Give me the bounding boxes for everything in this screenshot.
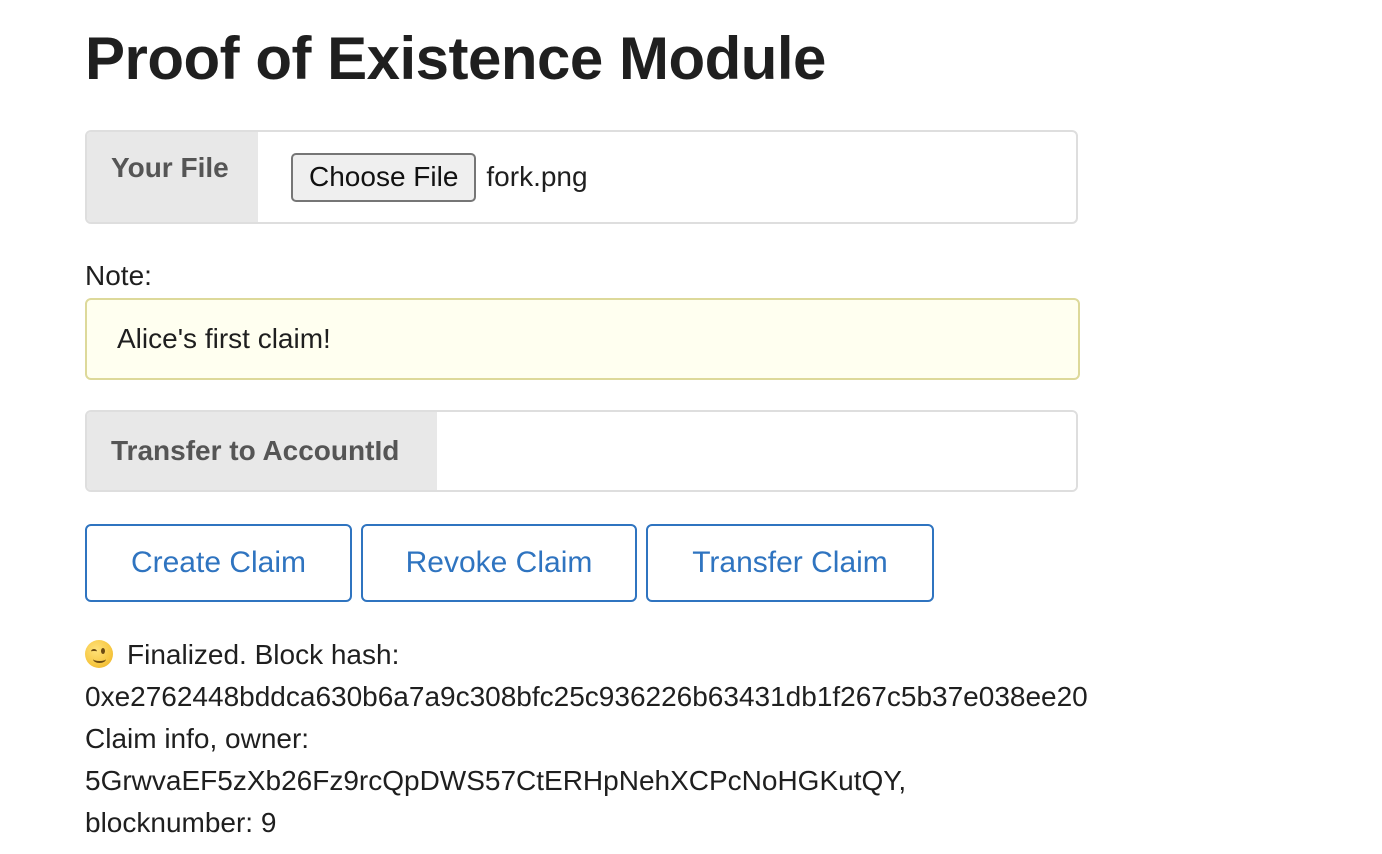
status-finalized-text: Finalized. Block hash: xyxy=(127,639,400,670)
page-title: Proof of Existence Module xyxy=(85,25,826,92)
action-buttons: Create Claim Revoke Claim Transfer Claim xyxy=(85,524,934,602)
note-label: Note: xyxy=(85,260,152,291)
transfer-input-label: Transfer to AccountId xyxy=(87,412,437,490)
winking-face-icon xyxy=(85,640,113,668)
transfer-account-input[interactable] xyxy=(437,412,1076,490)
note-input[interactable] xyxy=(85,298,1080,380)
status-line-finalized: Finalized. Block hash: xyxy=(85,634,1285,676)
file-picker: Choose File fork.png xyxy=(258,132,1076,222)
revoke-claim-button[interactable]: Revoke Claim xyxy=(361,524,637,602)
create-claim-button[interactable]: Create Claim xyxy=(85,524,352,602)
status-message: Finalized. Block hash: 0xe2762448bddca63… xyxy=(85,634,1285,844)
transfer-input-group: Transfer to AccountId xyxy=(85,410,1078,492)
transfer-claim-button[interactable]: Transfer Claim xyxy=(646,524,934,602)
claim-blocknumber: blocknumber: 9 xyxy=(85,807,277,838)
selected-file-name: fork.png xyxy=(486,161,588,192)
claim-info-label: Claim info, owner: xyxy=(85,723,310,754)
block-hash: 0xe2762448bddca630b6a7a9c308bfc25c936226… xyxy=(85,681,1088,712)
file-input-label: Your File xyxy=(87,132,258,222)
file-input-group: Your File Choose File fork.png xyxy=(85,130,1078,224)
choose-file-button[interactable]: Choose File xyxy=(291,152,477,202)
claim-owner: 5GrwvaEF5zXb26Fz9rcQpDWS57CtERHpNehXCPcN… xyxy=(85,765,907,796)
